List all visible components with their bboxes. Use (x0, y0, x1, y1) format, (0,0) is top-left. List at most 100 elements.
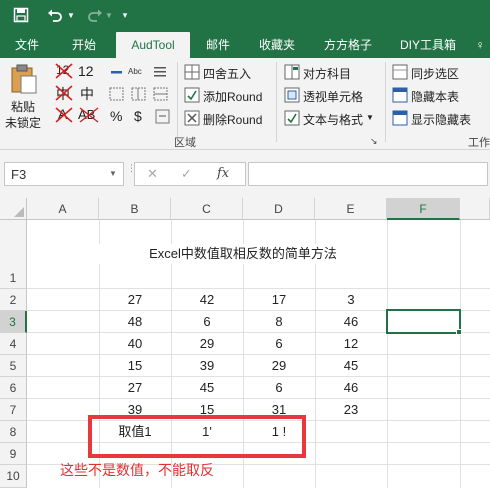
data-cell[interactable]: 8 (243, 311, 315, 333)
customize-icon[interactable]: ▾ (118, 4, 132, 26)
name-box[interactable]: F3 ▼ (4, 162, 124, 186)
column-header-g[interactable] (460, 198, 490, 220)
show-hidden-icon (392, 110, 408, 126)
thousands-icon[interactable] (154, 108, 172, 126)
round-button[interactable]: 四舍五入 (182, 62, 272, 82)
data-cell[interactable]: 3 (315, 289, 387, 311)
row-header-9[interactable]: 9 (0, 443, 27, 465)
border-icon-3[interactable] (152, 86, 170, 102)
name-box-value: F3 (11, 167, 27, 182)
tab-file[interactable]: 文件 (6, 32, 48, 58)
currency-button[interactable]: $ (132, 108, 150, 126)
row-header-6[interactable]: 6 (0, 377, 27, 399)
active-cell-f3[interactable] (386, 309, 461, 334)
row-header-2[interactable]: 2 (0, 289, 27, 311)
abc-icon[interactable]: Abc (128, 64, 150, 80)
delete-round-button[interactable]: 删除Round (182, 108, 272, 128)
column-header-c[interactable]: C (171, 198, 243, 220)
add-round-icon (184, 87, 200, 103)
row-header-3[interactable]: 3 (0, 311, 27, 333)
compare-label: 对方科目 (303, 67, 352, 81)
row-header-1[interactable]: 1 (0, 220, 27, 289)
tab-audtool[interactable]: AudTool (116, 32, 190, 58)
number-button[interactable]: 12 (78, 62, 100, 80)
save-icon[interactable] (10, 4, 32, 26)
add-round-button[interactable]: 添加Round (182, 85, 272, 105)
formula-input[interactable] (248, 162, 488, 186)
clear-format-icon[interactable] (152, 64, 170, 80)
undo-icon[interactable] (44, 4, 66, 26)
clear-letter-button[interactable]: A (54, 106, 76, 124)
data-cell[interactable]: 46 (315, 311, 387, 333)
border-icon-2[interactable] (130, 86, 148, 102)
percent-button[interactable]: % (108, 108, 126, 126)
fill-handle[interactable] (456, 329, 462, 335)
data-cell[interactable]: 17 (243, 289, 315, 311)
data-cell[interactable]: 29 (243, 355, 315, 377)
tab-mail[interactable]: 邮件 (198, 32, 238, 58)
area-group-label: 区域 (174, 137, 196, 149)
cancel-icon[interactable]: ✕ (147, 166, 158, 182)
data-cell[interactable]: 6 (243, 333, 315, 355)
dialog-launcher-icon[interactable]: ↘ (370, 136, 378, 147)
column-header-e[interactable]: E (315, 198, 387, 220)
formula-bar-grip-icon[interactable]: ⋮ (127, 164, 136, 182)
tab-more[interactable]: ♀ (470, 32, 490, 58)
data-cell[interactable]: 12 (315, 333, 387, 355)
row-header-8[interactable]: 8 (0, 421, 27, 443)
column-header-a[interactable]: A (27, 198, 99, 220)
text-format-icon (284, 110, 300, 126)
undo-dropdown-icon[interactable]: ▼ (66, 4, 76, 26)
tab-home[interactable]: 开始 (62, 32, 106, 58)
tab-diy-toolbox[interactable]: DIY工具箱 (392, 32, 464, 58)
show-hidden-label: 显示隐藏表 (411, 113, 472, 127)
data-cell[interactable]: 27 (99, 377, 171, 399)
sheet-title[interactable]: Excel中数值取相反数的简单方法 (99, 244, 387, 264)
row-header-10[interactable]: 10 (0, 465, 27, 488)
compare-accounts-button[interactable]: 对方科目 (282, 62, 378, 82)
hide-sheet-icon (392, 87, 408, 103)
data-cell[interactable]: 45 (315, 355, 387, 377)
hide-sheet-button[interactable]: 隐藏本表 (390, 85, 488, 105)
tab-fangfang[interactable]: 方方格子 (318, 32, 378, 58)
redo-dropdown-icon[interactable]: ▼ (104, 4, 114, 26)
data-cell[interactable]: 46 (315, 377, 387, 399)
sync-selection-button[interactable]: 同步选区 (390, 62, 488, 82)
clear-number-button[interactable]: 12 (54, 62, 76, 80)
enter-icon[interactable]: ✓ (181, 166, 192, 182)
data-cell[interactable]: 6 (171, 311, 243, 333)
chevron-down-icon[interactable]: ▼ (109, 169, 117, 178)
data-cell[interactable]: 40 (99, 333, 171, 355)
redo-icon[interactable] (84, 4, 106, 26)
data-cell[interactable]: 45 (171, 377, 243, 399)
letter-button[interactable]: AB (78, 106, 102, 124)
data-cell[interactable]: 29 (171, 333, 243, 355)
column-header-b[interactable]: B (99, 198, 171, 220)
row-header-7[interactable]: 7 (0, 399, 27, 421)
select-all-corner[interactable] (0, 198, 27, 220)
text-format-button[interactable]: 文本与格式 ▼ (282, 108, 378, 128)
text-format-label: 文本与格式 (303, 113, 364, 127)
column-header-d[interactable]: D (243, 198, 315, 220)
data-cell[interactable]: 27 (99, 289, 171, 311)
column-header-f[interactable]: F (387, 198, 460, 220)
data-cell[interactable]: 39 (171, 355, 243, 377)
chinese-button[interactable]: 中 (78, 84, 100, 102)
chevron-down-icon: ▼ (366, 113, 374, 122)
insert-function-icon[interactable]: fx (217, 166, 229, 181)
data-cell[interactable]: 15 (99, 355, 171, 377)
show-hidden-sheets-button[interactable]: 显示隐藏表 (390, 108, 488, 128)
paste-unlocked-button[interactable]: 粘贴 未锁定 (2, 60, 46, 130)
border-icon-1[interactable] (108, 86, 126, 102)
data-cell[interactable]: 48 (99, 311, 171, 333)
data-cell[interactable]: 23 (315, 399, 387, 421)
row-header-5[interactable]: 5 (0, 355, 27, 377)
minus-icon[interactable] (108, 64, 126, 80)
data-cell[interactable]: 42 (171, 289, 243, 311)
clear-chinese-button[interactable]: 中 (54, 84, 76, 102)
transparent-cell-button[interactable]: 透视单元格 (282, 85, 378, 105)
row-header-4[interactable]: 4 (0, 333, 27, 355)
number-12-label: 12 (78, 63, 94, 79)
data-cell[interactable]: 6 (243, 377, 315, 399)
tab-favorites[interactable]: 收藏夹 (250, 32, 304, 58)
